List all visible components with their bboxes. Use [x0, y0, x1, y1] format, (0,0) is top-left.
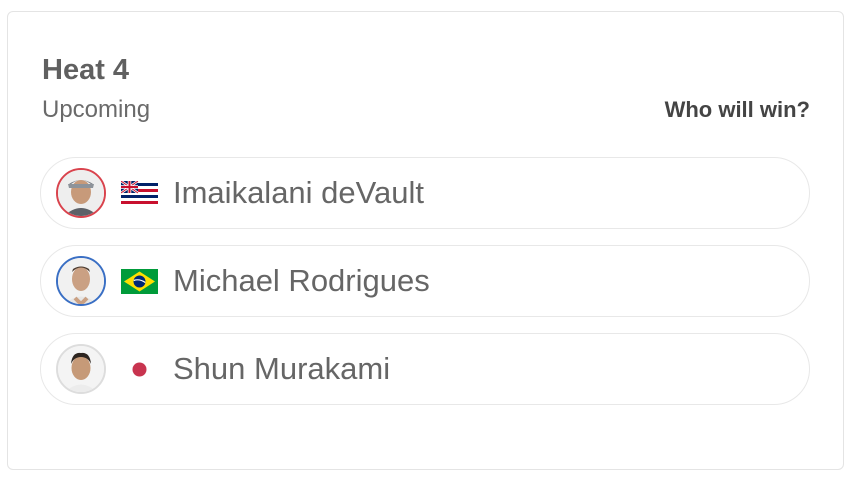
avatar [56, 256, 106, 306]
japan-flag-icon [121, 357, 158, 382]
surfer-photo-icon [58, 170, 104, 216]
surfer-row-shun-murakami[interactable]: Shun Murakami [40, 333, 810, 405]
surfer-row-imaikalani-devault[interactable]: Imaikalani deVault [40, 157, 810, 229]
surfer-name: Imaikalani deVault [173, 175, 425, 210]
avatar [56, 168, 106, 218]
hawaii-flag-icon [121, 180, 158, 206]
heat-title: Heat 4 [42, 54, 130, 86]
heat-status: Upcoming [42, 96, 151, 123]
surfer-name: Shun Murakami [173, 351, 391, 386]
avatar [56, 344, 106, 394]
surfer-photo-icon [58, 346, 104, 392]
surfer-list: Imaikalani deVault Michael Rodrigues Shu… [40, 157, 810, 421]
brazil-flag-icon [121, 268, 158, 294]
surfer-row-michael-rodrigues[interactable]: Michael Rodrigues [40, 245, 810, 317]
heat-card: Heat 4 Upcoming Who will win? Imaikalani… [7, 11, 844, 470]
surfer-name: Michael Rodrigues [173, 263, 430, 298]
who-will-win-link[interactable]: Who will win? [665, 97, 810, 123]
surfer-photo-icon [58, 258, 104, 304]
